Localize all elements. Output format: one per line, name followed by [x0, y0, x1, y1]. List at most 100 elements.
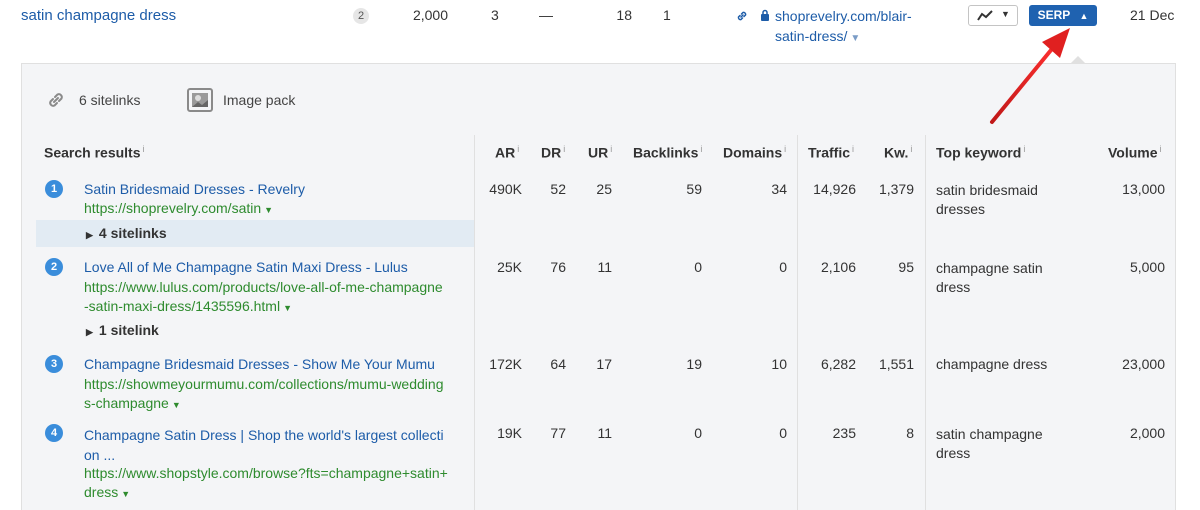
backlinks-link[interactable]: 0 [650, 425, 702, 441]
result-title-link[interactable]: Champagne Satin Dress | Shop the world's… [84, 425, 444, 465]
result-url[interactable]: https://shoprevelry.com/satin ▼ [84, 200, 273, 216]
info-icon[interactable]: i [563, 144, 565, 154]
triangle-right-icon: ▶ [86, 230, 93, 240]
traffic-value: 6,282 [820, 356, 856, 372]
caret-down-icon[interactable]: ▼ [121, 489, 130, 499]
info-icon[interactable]: i [1160, 144, 1162, 154]
info-icon[interactable]: i [910, 144, 912, 154]
ranking-url-line1: shoprevelry.com/blair- [775, 8, 912, 24]
return-rate-value: 1 [663, 7, 671, 23]
traffic-value: 235 [832, 425, 856, 441]
trend-chart-icon [977, 10, 993, 21]
volume-value: 23,000 [1122, 356, 1165, 372]
volume-value: 2,000 [1129, 425, 1165, 441]
domains-link[interactable]: 0 [740, 425, 787, 441]
ur-value: 11 [597, 425, 612, 441]
domains-link[interactable]: 0 [740, 259, 787, 275]
caret-down-icon[interactable]: ▼ [172, 400, 181, 410]
ur-value: 17 [596, 356, 612, 372]
caret-down-icon[interactable]: ▼ [264, 205, 273, 215]
col-search-results: Search results i [44, 144, 145, 161]
result-title-link[interactable]: Love All of Me Champagne Satin Maxi Dres… [84, 259, 408, 275]
col-dr[interactable]: DR i [541, 144, 565, 161]
column-divider [797, 135, 798, 510]
col-backlinks[interactable]: Backlinks i [633, 144, 702, 161]
kw-link[interactable]: 95 [862, 259, 914, 275]
dr-value: 77 [550, 425, 566, 441]
cpc-value: — [539, 7, 553, 23]
caret-down-icon[interactable]: ▼ [850, 33, 860, 44]
position-badge: 2 [353, 8, 369, 24]
result-url[interactable]: https://showmeyourmumu.com/collections/m… [84, 375, 443, 415]
image-icon [187, 88, 213, 117]
info-icon[interactable]: i [852, 144, 854, 154]
red-arrow-annotation [990, 28, 1070, 124]
triangle-right-icon: ▶ [86, 327, 93, 337]
backlinks-link[interactable]: 19 [650, 356, 702, 372]
col-ur[interactable]: UR i [588, 144, 612, 161]
top-keyword-link[interactable]: satin bridesmaid dresses [936, 181, 1038, 219]
keyword-volume: 2,000 [412, 7, 448, 23]
backlinks-link[interactable]: 59 [650, 181, 702, 197]
serp-button-label: SERP [1037, 8, 1071, 22]
info-icon[interactable]: i [700, 144, 702, 154]
top-keyword-link[interactable]: champagne dress [936, 356, 1047, 372]
ranking-url-line2: satin-dress/ [775, 28, 848, 44]
kw-link[interactable]: 1,551 [862, 356, 914, 372]
caret-down-icon[interactable]: ▼ [283, 303, 292, 313]
top-keyword-link[interactable]: champagne satin dress [936, 259, 1043, 297]
lock-icon [760, 9, 770, 27]
top-keyword-link[interactable]: satin champagne dress [936, 425, 1043, 463]
rank-badge: 3 [45, 355, 63, 373]
dr-value: 64 [550, 356, 566, 372]
info-icon[interactable]: i [143, 144, 145, 154]
info-icon[interactable]: i [1023, 144, 1025, 154]
keyword-difficulty: 3 [491, 7, 499, 23]
info-icon[interactable]: i [517, 144, 519, 154]
link-icon [45, 89, 67, 116]
caret-up-icon: ▲ [1079, 11, 1089, 21]
col-top-keyword[interactable]: Top keyword i [936, 144, 1025, 161]
rank-badge: 2 [45, 258, 63, 276]
ar-value: 25K [497, 259, 522, 275]
col-ar[interactable]: AR i [495, 144, 519, 161]
volume-value: 5,000 [1129, 259, 1165, 275]
result-title-link[interactable]: Champagne Bridesmaid Dresses - Show Me Y… [84, 356, 435, 372]
dr-value: 76 [550, 259, 566, 275]
backlinks-link[interactable]: 0 [650, 259, 702, 275]
column-divider [474, 135, 475, 510]
ar-value: 19K [497, 425, 522, 441]
ar-value: 490K [489, 181, 522, 197]
keyword-link[interactable]: satin champagne dress [21, 7, 176, 24]
result-url[interactable]: https://www.shopstyle.com/browse?fts=cha… [84, 464, 448, 504]
caret-down-icon: ▼ [1001, 9, 1010, 19]
sitelinks-toggle[interactable]: ▶ 1 sitelink [86, 322, 159, 338]
info-icon[interactable]: i [784, 144, 786, 154]
col-domains[interactable]: Domains i [723, 144, 786, 161]
kw-link[interactable]: 1,379 [862, 181, 914, 197]
col-kw[interactable]: Kw. i [884, 144, 912, 161]
ur-value: 11 [597, 259, 612, 275]
image-pack-tab[interactable]: Image pack [223, 92, 295, 108]
col-traffic[interactable]: Traffic i [808, 144, 854, 161]
domains-link[interactable]: 34 [740, 181, 787, 197]
result-title-link[interactable]: Satin Bridesmaid Dresses - Revelry [84, 181, 305, 197]
col-volume[interactable]: Volume i [1108, 144, 1162, 161]
chain-link-icon [735, 9, 749, 28]
rank-badge: 1 [45, 180, 63, 198]
clicks-value: 18 [616, 7, 632, 23]
last-update-date: 21 Dec [1130, 7, 1175, 23]
traffic-value: 2,106 [820, 259, 856, 275]
kw-link[interactable]: 8 [862, 425, 914, 441]
ar-value: 172K [489, 356, 522, 372]
sitelinks-tab[interactable]: 6 sitelinks [79, 92, 140, 108]
domains-link[interactable]: 10 [740, 356, 787, 372]
info-icon[interactable]: i [610, 144, 612, 154]
volume-value: 13,000 [1122, 181, 1165, 197]
ranking-url[interactable]: shoprevelry.com/blair- satin-dress/▼ [775, 6, 912, 49]
rank-badge: 4 [45, 424, 63, 442]
sitelinks-toggle[interactable]: ▶ 4 sitelinks [86, 225, 167, 241]
ur-value: 25 [596, 181, 612, 197]
dr-value: 52 [550, 181, 566, 197]
result-url[interactable]: https://www.lulus.com/products/love-all-… [84, 278, 443, 318]
